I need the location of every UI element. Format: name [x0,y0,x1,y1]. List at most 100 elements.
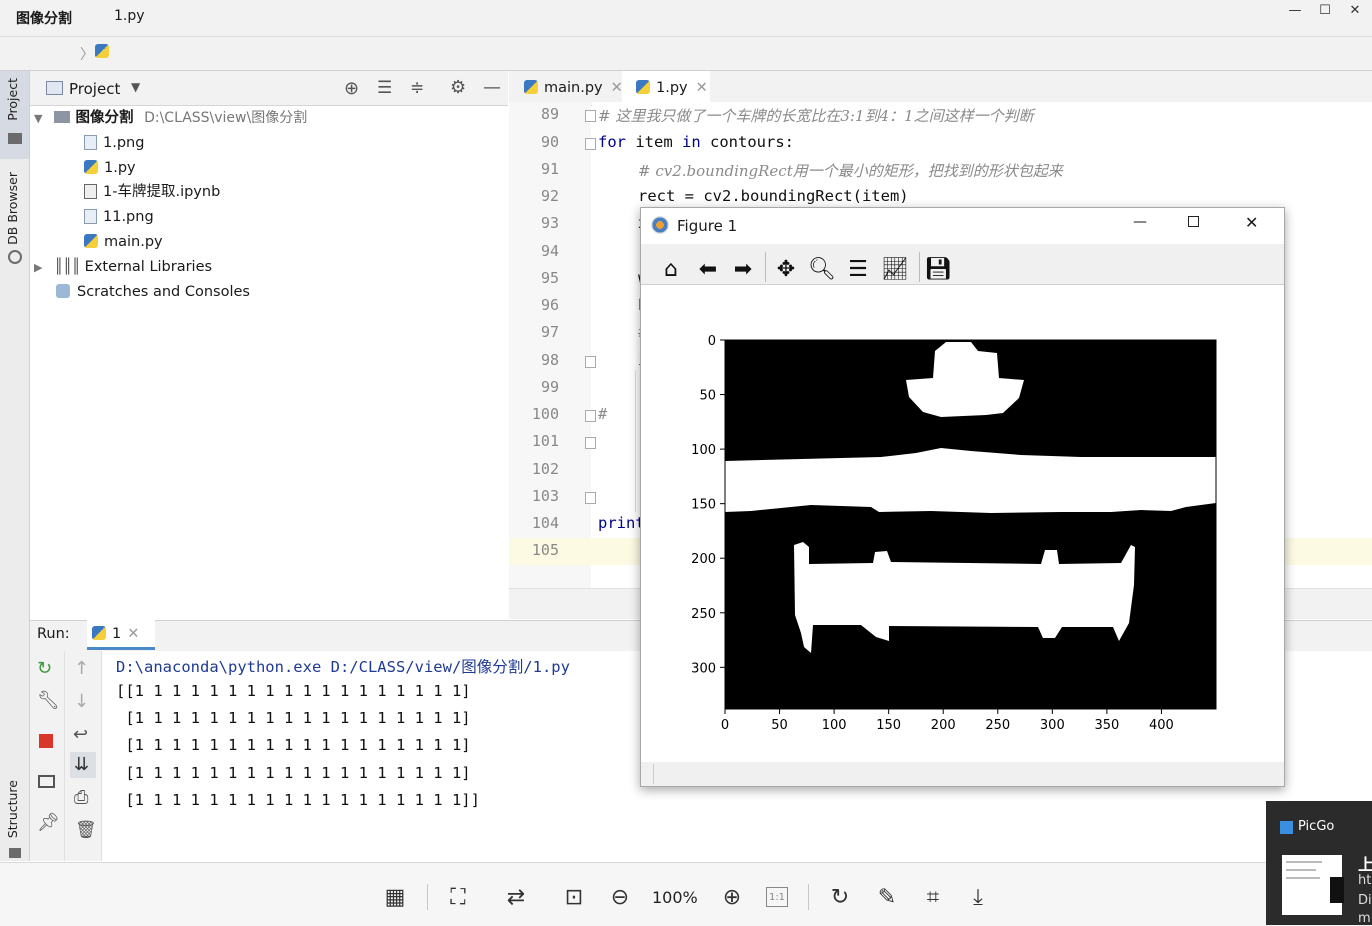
stop-icon[interactable] [39,734,53,748]
expand-all-icon[interactable]: ☰ [377,78,392,98]
back-icon[interactable]: ⬅ [693,255,723,285]
code-line: # [598,405,608,423]
tree-item-label: 1.png [103,135,145,151]
figure-maximize-button[interactable] [1188,216,1199,227]
line-number: 93 [540,214,559,232]
hide-panel-icon[interactable]: — [483,77,501,98]
fold-marker-icon[interactable] [585,410,596,422]
tab-1-py[interactable]: 1.py ✕ [628,71,716,105]
x-tick-label: 100 [822,718,847,733]
folder-icon [8,133,22,144]
close-icon[interactable]: ✕ [127,626,139,642]
tree-item[interactable]: 1.png [84,131,144,156]
plot-area: 0 50 100 150 200 250 300 0 50 100 150 200 250 300 350… [641,284,1284,763]
breadcrumb-file[interactable]: 1.py [114,8,145,24]
fit-screen-icon[interactable]: ⊡ [560,885,588,910]
code-line: rect = cv2.boundingRect(item) [638,187,909,205]
tree-item[interactable]: 1.py [84,156,136,181]
code-line: print [598,514,645,532]
fold-marker-icon[interactable] [585,356,596,368]
breadcrumb-separator-icon: 〉 [80,47,94,63]
fold-marker-icon[interactable] [585,138,596,150]
close-icon[interactable]: ✕ [696,80,708,96]
picgo-title: PicGo [1298,819,1335,834]
tree-item[interactable]: 1-车牌提取.ipynb [84,180,220,205]
fold-marker-icon[interactable] [585,110,596,122]
console-output-line: [1 1 1 1 1 1 1 1 1 1 1 1 1 1 1 1 1 1] [116,709,471,727]
run-label: Run: [37,626,70,642]
picgo-logo-icon [1280,821,1293,834]
tree-item[interactable]: ▶ ║║║ External Libraries [34,255,212,280]
tree-item[interactable]: Scratches and Consoles [56,280,250,305]
edit-icon[interactable]: ✎ [873,885,901,910]
toolbar-separator [919,252,920,282]
fold-marker-icon[interactable] [585,492,596,504]
configure-icon[interactable]: ☰ [843,255,873,285]
collapse-all-icon[interactable]: ≑ [410,78,424,98]
layout-grid-icon[interactable]: ▦ [381,885,409,910]
translate-icon[interactable]: ⇄ [502,885,530,910]
picgo-thumbnail [1282,855,1344,915]
project-panel-title[interactable]: Project [69,80,120,98]
zoom-icon[interactable]: 🔍︎ [807,255,837,285]
library-icon: ║║║ [54,259,81,275]
axes-icon[interactable]: 📈︎ [880,255,910,285]
maximize-button[interactable]: ☐ [1310,0,1340,22]
chevron-down-icon[interactable]: ▼ [34,112,42,125]
run-tab[interactable]: 1 ✕ [92,626,139,642]
figure-window[interactable]: Figure 1 — ✕ ⌂ ⬅ ➡ ✥ 🔍︎ ☰ 📈︎ 💾︎ 0 50 100 15… [640,207,1285,787]
tree-item[interactable]: main.py [84,230,163,255]
tab-project[interactable]: Project [5,78,20,121]
picgo-text: 上 [1358,855,1372,874]
figure-close-button[interactable]: ✕ [1245,213,1258,232]
layout-icon[interactable] [38,775,55,788]
x-tick-label: 250 [985,718,1010,733]
scan-icon[interactable]: ⛶ [444,885,472,910]
home-icon[interactable]: ⌂ [656,255,686,285]
code-line: for item in contours: [598,133,794,151]
chevron-right-icon[interactable]: ▶ [34,261,42,274]
console-output-line: [1 1 1 1 1 1 1 1 1 1 1 1 1 1 1 1 1 1] [116,736,471,754]
toolbar-separator [808,884,809,910]
picgo-notification[interactable]: PicGo 上 ht Di m [1266,801,1372,926]
close-icon[interactable]: ✕ [611,80,623,96]
zoom-in-icon[interactable]: ⊕ [718,885,746,910]
line-number: 95 [540,269,559,287]
gear-icon[interactable]: ⚙ [450,77,466,98]
line-number: 96 [540,296,559,314]
print-icon[interactable]: ⎙ [74,787,88,808]
folder-icon [54,111,71,123]
fold-marker-icon[interactable] [585,437,596,449]
figure-minimize-button[interactable]: — [1133,214,1147,230]
crop-icon[interactable]: ⌗ [919,885,947,910]
x-tick-label: 50 [771,718,788,733]
python-file-icon [95,44,115,60]
actual-size-icon[interactable]: 1:1 [766,887,788,907]
pin-icon[interactable]: 📌︎ [37,812,60,833]
trash-icon[interactable]: 🗑︎ [75,820,97,840]
forward-icon[interactable]: ➡ [728,255,758,285]
y-tick-label: 0 [708,334,716,349]
tab-structure[interactable]: Structure [5,780,20,838]
arrow-up-icon[interactable]: ↑ [74,658,89,679]
close-button[interactable]: ✕ [1340,0,1370,22]
breadcrumb-project[interactable]: 图像分割 [16,8,72,28]
tab-main-py[interactable]: main.py ✕ [516,71,631,105]
pan-icon[interactable]: ✥ [771,255,801,285]
minimize-button[interactable]: — [1280,0,1310,22]
tab-db-browser[interactable]: DB Browser [5,172,20,245]
wrench-icon[interactable]: 🔧︎ [37,690,60,711]
zoom-out-icon[interactable]: ⊖ [606,885,634,910]
tree-item-root[interactable]: ▼ 图像分割 D:\CLASS\view\图像分割 [34,106,307,131]
download-icon[interactable]: ⤓ [964,885,992,910]
save-icon[interactable]: 💾︎ [923,255,953,285]
soft-wrap-icon[interactable]: ↩ [73,724,88,745]
locate-icon[interactable]: ⊕ [344,78,359,99]
tree-item-label: 11.png [103,209,154,225]
rerun-icon[interactable]: ↻ [37,658,52,679]
chevron-down-icon[interactable]: ▼ [131,80,140,94]
tree-item[interactable]: 11.png [84,205,154,230]
rotate-icon[interactable]: ↻ [826,885,854,910]
arrow-down-icon[interactable]: ↓ [74,691,89,712]
scroll-to-end-icon[interactable]: ⇊ [74,754,89,775]
